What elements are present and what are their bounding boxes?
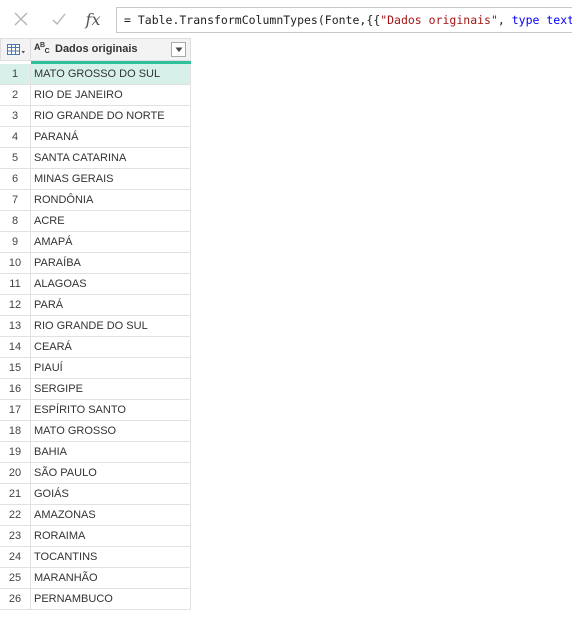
table-row[interactable]: 10 PARAÍBA bbox=[0, 253, 191, 274]
table-row[interactable]: 14 CEARÁ bbox=[0, 337, 191, 358]
table-row[interactable]: 7 RONDÔNIA bbox=[0, 190, 191, 211]
text-type-icon[interactable]: ABC bbox=[34, 42, 50, 55]
row-number[interactable]: 11 bbox=[0, 274, 31, 295]
table-cell[interactable]: RONDÔNIA bbox=[31, 190, 191, 211]
row-number[interactable]: 5 bbox=[0, 148, 31, 169]
table-row[interactable]: 17 ESPÍRITO SANTO bbox=[0, 400, 191, 421]
table-cell[interactable]: RORAIMA bbox=[31, 526, 191, 547]
table-row[interactable]: 8 ACRE bbox=[0, 211, 191, 232]
table-row[interactable]: 25 MARANHÃO bbox=[0, 568, 191, 589]
table-cell[interactable]: MINAS GERAIS bbox=[31, 169, 191, 190]
table-row[interactable]: 22 AMAZONAS bbox=[0, 505, 191, 526]
row-number[interactable]: 3 bbox=[0, 106, 31, 127]
table-row[interactable]: 16 SERGIPE bbox=[0, 379, 191, 400]
formula-prefix: = Table.TransformColumnTypes(Fonte,{{ bbox=[124, 13, 381, 27]
table-cell[interactable]: PARAÍBA bbox=[31, 253, 191, 274]
table-row[interactable]: 3 RIO GRANDE DO NORTE bbox=[0, 106, 191, 127]
row-number[interactable]: 16 bbox=[0, 379, 31, 400]
table-row[interactable]: 26 PERNAMBUCO bbox=[0, 589, 191, 610]
table-cell[interactable]: TOCANTINS bbox=[31, 547, 191, 568]
table-cell[interactable]: MATO GROSSO bbox=[31, 421, 191, 442]
row-number[interactable]: 22 bbox=[0, 505, 31, 526]
table-menu-button[interactable] bbox=[0, 38, 31, 61]
row-number[interactable]: 13 bbox=[0, 316, 31, 337]
row-number[interactable]: 9 bbox=[0, 232, 31, 253]
table-cell[interactable]: AMAZONAS bbox=[31, 505, 191, 526]
table-cell[interactable]: SÃO PAULO bbox=[31, 463, 191, 484]
filter-dropdown-button[interactable] bbox=[171, 42, 186, 57]
row-number[interactable]: 25 bbox=[0, 568, 31, 589]
row-number[interactable]: 19 bbox=[0, 442, 31, 463]
formula-bar: fx = Table.TransformColumnTypes(Fonte,{{… bbox=[0, 0, 572, 38]
table-row[interactable]: 21 GOIÁS bbox=[0, 484, 191, 505]
table-cell[interactable]: AMAPÁ bbox=[31, 232, 191, 253]
table-row[interactable]: 24 TOCANTINS bbox=[0, 547, 191, 568]
table-icon bbox=[6, 43, 25, 55]
table-cell[interactable]: SANTA CATARINA bbox=[31, 148, 191, 169]
row-number[interactable]: 8 bbox=[0, 211, 31, 232]
table-cell[interactable]: GOIÁS bbox=[31, 484, 191, 505]
table-row[interactable]: 20 SÃO PAULO bbox=[0, 463, 191, 484]
table-row[interactable]: 19 BAHIA bbox=[0, 442, 191, 463]
table-cell[interactable]: ESPÍRITO SANTO bbox=[31, 400, 191, 421]
table-row[interactable]: 1 MATO GROSSO DO SUL bbox=[0, 64, 191, 85]
table-cell[interactable]: MATO GROSSO DO SUL bbox=[31, 64, 191, 85]
row-number[interactable]: 2 bbox=[0, 85, 31, 106]
formula-string: "Dados originais" bbox=[380, 13, 498, 27]
check-icon[interactable] bbox=[48, 8, 70, 30]
table-cell[interactable]: SERGIPE bbox=[31, 379, 191, 400]
table-row[interactable]: 13 RIO GRANDE DO SUL bbox=[0, 316, 191, 337]
column-name: Dados originais bbox=[55, 43, 138, 55]
fx-icon[interactable]: fx bbox=[82, 8, 104, 30]
table-row[interactable]: 9 AMAPÁ bbox=[0, 232, 191, 253]
table-row[interactable]: 4 PARANÁ bbox=[0, 127, 191, 148]
formula-separator: , bbox=[497, 13, 512, 27]
table-row[interactable]: 5 SANTA CATARINA bbox=[0, 148, 191, 169]
table-row[interactable]: 18 MATO GROSSO bbox=[0, 421, 191, 442]
close-icon[interactable] bbox=[10, 8, 32, 30]
table-rows: 1 MATO GROSSO DO SUL 2 RIO DE JANEIRO 3 RIO G… bbox=[0, 64, 191, 610]
formula-input[interactable]: = Table.TransformColumnTypes(Fonte,{{"Da… bbox=[116, 7, 572, 33]
table-cell[interactable]: RIO GRANDE DO SUL bbox=[31, 316, 191, 337]
table-cell[interactable]: BAHIA bbox=[31, 442, 191, 463]
table-cell[interactable]: RIO GRANDE DO NORTE bbox=[31, 106, 191, 127]
row-number[interactable]: 20 bbox=[0, 463, 31, 484]
row-number[interactable]: 24 bbox=[0, 547, 31, 568]
table-cell[interactable]: PIAUÍ bbox=[31, 358, 191, 379]
table-cell[interactable]: MARANHÃO bbox=[31, 568, 191, 589]
row-number[interactable]: 12 bbox=[0, 295, 31, 316]
table-row[interactable]: 6 MINAS GERAIS bbox=[0, 169, 191, 190]
row-number[interactable]: 26 bbox=[0, 589, 31, 610]
table-row[interactable]: 15 PIAUÍ bbox=[0, 358, 191, 379]
table-row[interactable]: 11 ALAGOAS bbox=[0, 274, 191, 295]
row-number[interactable]: 14 bbox=[0, 337, 31, 358]
table-cell[interactable]: RIO DE JANEIRO bbox=[31, 85, 191, 106]
column-header-dados-originais[interactable]: ABC Dados originais bbox=[31, 38, 191, 61]
row-number[interactable]: 1 bbox=[0, 64, 31, 85]
table-cell[interactable]: ALAGOAS bbox=[31, 274, 191, 295]
table-cell[interactable]: PERNAMBUCO bbox=[31, 589, 191, 610]
table-row[interactable]: 23 RORAIMA bbox=[0, 526, 191, 547]
table-cell[interactable]: ACRE bbox=[31, 211, 191, 232]
table-row[interactable]: 2 RIO DE JANEIRO bbox=[0, 85, 191, 106]
table-cell[interactable]: PARÁ bbox=[31, 295, 191, 316]
row-number[interactable]: 17 bbox=[0, 400, 31, 421]
row-number[interactable]: 15 bbox=[0, 358, 31, 379]
table-cell[interactable]: CEARÁ bbox=[31, 337, 191, 358]
chevron-down-icon bbox=[175, 47, 182, 52]
row-number[interactable]: 4 bbox=[0, 127, 31, 148]
row-number[interactable]: 23 bbox=[0, 526, 31, 547]
row-number[interactable]: 7 bbox=[0, 190, 31, 211]
row-number[interactable]: 10 bbox=[0, 253, 31, 274]
table-row[interactable]: 12 PARÁ bbox=[0, 295, 191, 316]
formula-keyword: type text bbox=[511, 13, 572, 27]
row-number[interactable]: 6 bbox=[0, 169, 31, 190]
table-cell[interactable]: PARANÁ bbox=[31, 127, 191, 148]
row-number[interactable]: 21 bbox=[0, 484, 31, 505]
row-number[interactable]: 18 bbox=[0, 421, 31, 442]
